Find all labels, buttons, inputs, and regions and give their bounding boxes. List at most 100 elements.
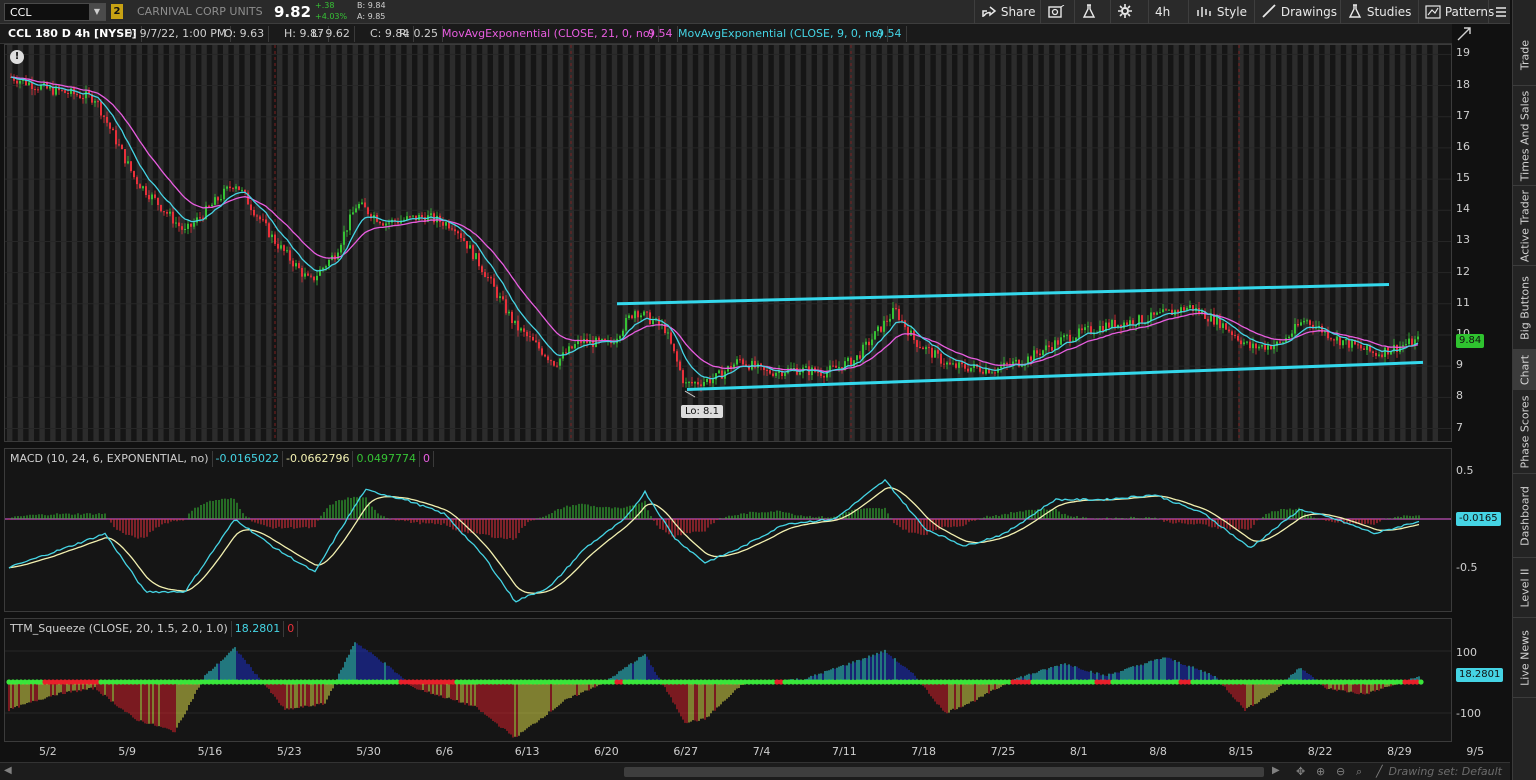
candle-body [475, 253, 477, 260]
candle-body [469, 245, 471, 249]
candle-body [511, 311, 513, 324]
candle-body [271, 234, 273, 238]
chart-menu-button[interactable] [1488, 0, 1510, 24]
candle-body [100, 101, 102, 116]
tab-big-buttons[interactable]: Big Buttons [1513, 266, 1536, 350]
chart-toolbar: CCL ▼ 2 CARNIVAL CORP UNITS 9.82 +.38 +4… [0, 0, 1510, 24]
candle-body [259, 216, 261, 220]
scroll-right-icon[interactable]: ▶ [1272, 765, 1280, 776]
candle-body [985, 368, 987, 374]
ttm-chart[interactable] [5, 619, 1451, 741]
candle-body [1249, 341, 1251, 349]
session-band [374, 45, 380, 441]
candle-body [970, 367, 972, 372]
candle-body [1309, 320, 1311, 325]
session-band [579, 45, 585, 441]
candle-body [1405, 344, 1407, 346]
settings-button[interactable] [1110, 0, 1144, 24]
session-band [1076, 45, 1082, 441]
candle-body [940, 353, 942, 364]
share-button[interactable]: Share [974, 0, 1041, 24]
candle-body [283, 245, 285, 251]
candle-body [1057, 340, 1059, 345]
price-tick-label: 14 [1456, 202, 1470, 216]
last-price: 9.82 [274, 3, 312, 21]
zoom-in-icon[interactable]: ⊕ [1316, 765, 1325, 778]
session-band [287, 45, 294, 441]
session-band [320, 45, 326, 441]
drawing-set-label[interactable]: Drawing set: Default [1389, 765, 1502, 778]
session-band [158, 45, 164, 441]
ema9-label[interactable]: MovAvgExponential (CLOSE, 9, 0, no) [674, 26, 888, 42]
symbol-dropdown-icon[interactable]: ▼ [89, 4, 105, 20]
price-chart-pane[interactable]: ! Lo: 8.1 [4, 44, 1452, 442]
macd-chart[interactable] [5, 449, 1451, 611]
scroll-thumb[interactable] [624, 767, 1264, 777]
link-group-badge[interactable]: 2 [111, 4, 123, 19]
ema21-label[interactable]: MovAvgExponential (CLOSE, 21, 0, no) [438, 26, 659, 42]
session-band [233, 45, 240, 441]
session-band [7, 45, 13, 441]
tab-phase-scores[interactable]: Phase Scores [1513, 390, 1536, 474]
candle-body [118, 144, 120, 146]
alert-icon[interactable]: ! [10, 50, 24, 64]
candle-body [445, 222, 447, 226]
candle-body [805, 366, 807, 368]
session-band [1087, 45, 1093, 441]
session-band [1249, 45, 1255, 441]
style-button[interactable]: Style [1188, 0, 1253, 24]
tab-active-trader[interactable]: Active Trader [1513, 186, 1536, 266]
candle-body [148, 195, 150, 200]
candle-body [217, 197, 219, 201]
candle-body [1237, 335, 1239, 341]
ttm-squeeze-pane[interactable]: TTM_Squeeze (CLOSE, 20, 1.5, 2.0, 1.0) 18… [4, 618, 1452, 742]
drawing-tool-icon[interactable]: ╱ [1376, 765, 1383, 778]
candle-body [265, 219, 267, 224]
candle-body [181, 226, 183, 230]
tab-trade[interactable]: Trade [1513, 24, 1536, 86]
candle-body [667, 332, 669, 334]
macd-label[interactable]: MACD (10, 24, 6, EXPONENTIAL, no) [7, 451, 213, 467]
symbol-text: CCL [10, 6, 32, 19]
symbol-input[interactable]: CCL ▼ [4, 3, 106, 21]
candle-body [196, 217, 198, 223]
tab-level-ii[interactable]: Level II [1513, 558, 1536, 618]
flask-button[interactable] [1074, 0, 1108, 24]
ttm-label[interactable]: TTM_Squeeze (CLOSE, 20, 1.5, 2.0, 1.0) [7, 621, 232, 637]
snapshot-button[interactable] [1040, 0, 1074, 24]
zoom-reset-icon[interactable]: ⌕ [1356, 765, 1362, 779]
candle-body [574, 344, 576, 349]
candle-body [979, 367, 981, 372]
candle-body [1402, 345, 1404, 347]
candle-body [1234, 334, 1236, 336]
chart-scrollbar[interactable]: ◀ ▶ ✥ ⊕ ⊖ ⌕ ╱ Drawing set: Default [0, 762, 1510, 780]
tab-chart[interactable]: Chart [1513, 350, 1536, 390]
session-band [1227, 45, 1233, 441]
session-band [179, 45, 186, 441]
tab-times-and-sales[interactable]: Times And Sales [1513, 86, 1536, 186]
tab-dashboard[interactable]: Dashboard [1513, 474, 1536, 558]
candle-body [1408, 338, 1410, 345]
session-band [1303, 45, 1309, 441]
candle-body [631, 315, 633, 319]
candle-body [718, 370, 720, 374]
scroll-left-icon[interactable]: ◀ [4, 765, 12, 776]
aggregation-button[interactable]: 4h [1148, 0, 1188, 24]
price-chart[interactable] [5, 45, 1451, 441]
candle-body [625, 318, 627, 331]
date-tick-label: 5/30 [356, 745, 381, 758]
pan-icon[interactable]: ✥ [1296, 765, 1305, 778]
tab-live-news[interactable]: Live News [1513, 618, 1536, 698]
session-band [1378, 45, 1384, 441]
studies-button[interactable]: Studies [1340, 0, 1417, 24]
macd-pane[interactable]: MACD (10, 24, 6, EXPONENTIAL, no) -0.0165… [4, 448, 1452, 612]
candle-body [34, 89, 36, 91]
expand-icon[interactable] [1456, 26, 1472, 42]
candle-body [172, 211, 174, 224]
session-band [1281, 45, 1287, 441]
date-axis[interactable]: 5/2 5/9 5/16 5/23 5/30 6/6 6/13 6/20 6/27 7/4 7/11… [0, 742, 1484, 762]
drawings-button[interactable]: Drawings [1254, 0, 1343, 24]
session-band [1119, 45, 1125, 441]
zoom-out-icon[interactable]: ⊖ [1336, 765, 1345, 778]
session-band [1346, 45, 1352, 441]
